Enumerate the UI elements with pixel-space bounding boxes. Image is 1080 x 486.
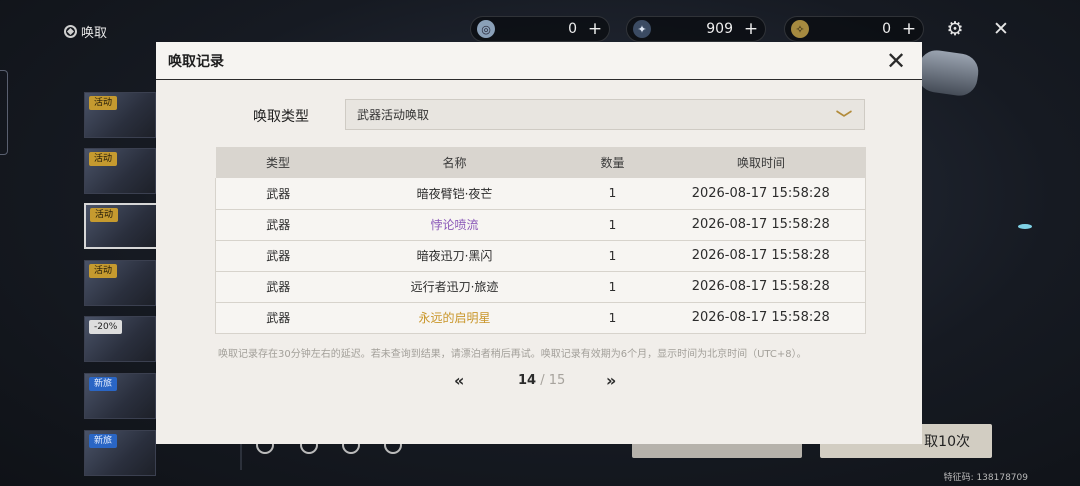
banner-card[interactable]: -20% — [84, 316, 156, 362]
banner-tag: -20% — [89, 320, 123, 334]
banner-tag: 活动 — [89, 96, 118, 110]
column-header-name: 名称 — [340, 147, 569, 178]
decorative-spark — [1018, 224, 1032, 229]
table-row: 武器 悖论喷流 1 2026-08-17 15:58:28 — [215, 209, 866, 241]
dialog-title: 唤取记录 — [168, 53, 224, 70]
banner-card-selected[interactable]: 活动 — [84, 203, 158, 249]
currency-value: 0 — [882, 21, 891, 37]
close-icon[interactable]: ✕ — [884, 49, 908, 73]
lunite-icon: ◎ — [477, 20, 495, 38]
previous-page-button[interactable]: « — [454, 371, 464, 390]
cell-name: 悖论喷流 — [340, 209, 569, 241]
close-icon[interactable]: ✕ — [988, 16, 1014, 42]
add-lunite-button[interactable]: + — [587, 21, 603, 38]
cell-name: 暗夜迅刀·黑闪 — [340, 240, 569, 272]
banner-tag: 活动 — [89, 264, 118, 278]
banner-card[interactable]: 新旅 — [84, 430, 156, 476]
currency-value: 0 — [568, 21, 577, 37]
cell-name: 暗夜臂铠·夜芒 — [340, 178, 569, 210]
column-header-time: 唤取时间 — [656, 147, 866, 178]
records-table: 类型 名称 数量 唤取时间 武器 暗夜臂铠·夜芒 1 2026-08-17 15… — [215, 147, 866, 334]
convene-ten-label: 取10次 — [924, 434, 970, 450]
table-row: 武器 永远的启明星 1 2026-08-17 15:58:28 — [215, 302, 866, 334]
cell-time: 2026-08-17 15:58:28 — [656, 302, 866, 334]
filter-label: 唤取类型 — [253, 109, 309, 125]
currency-star-tide: ✦ 909 + — [626, 16, 766, 42]
next-page-button[interactable]: » — [606, 371, 616, 390]
cell-name: 永远的启明星 — [340, 302, 569, 334]
star-tide-icon: ✦ — [633, 20, 651, 38]
banner-card[interactable]: 活动 — [84, 148, 156, 194]
cell-time: 2026-08-17 15:58:28 — [656, 271, 866, 303]
table-row: 武器 暗夜臂铠·夜芒 1 2026-08-17 15:58:28 — [215, 178, 866, 210]
table-row: 武器 远行者迅刀·旅迹 1 2026-08-17 15:58:28 — [215, 271, 866, 303]
cell-type: 武器 — [215, 302, 341, 334]
cell-quantity: 1 — [568, 240, 657, 272]
screen-title: 唤取 — [64, 22, 107, 41]
table-header-row: 类型 名称 数量 唤取时间 — [215, 147, 866, 178]
cell-type: 武器 — [215, 271, 341, 303]
current-page: 14 — [518, 373, 537, 388]
chevron-down-icon: ﹀ — [835, 109, 852, 128]
convene-type-dropdown[interactable]: 武器活动唤取 ﹀ — [345, 99, 865, 130]
add-forging-tide-button[interactable]: + — [901, 21, 917, 38]
page-indicator: 14 / 15 — [518, 373, 565, 388]
currency-forging-tide: ✧ 0 + — [784, 16, 924, 42]
banner-card[interactable]: 活动 — [84, 92, 156, 138]
dialog-header: 唤取记录 — [156, 42, 922, 80]
cell-time: 2026-08-17 15:58:28 — [656, 209, 866, 241]
convene-icon — [64, 25, 77, 38]
cell-quantity: 1 — [568, 209, 657, 241]
screen-title-label: 唤取 — [81, 26, 108, 41]
banner-card[interactable]: 新旅 — [84, 373, 156, 419]
banner-tag: 活动 — [89, 152, 118, 166]
add-star-tide-button[interactable]: + — [743, 21, 759, 38]
side-drawer-handle[interactable] — [0, 70, 8, 155]
currency-lunite: ◎ 0 + — [470, 16, 610, 42]
player-uid: 特征码: 138178709 — [943, 473, 1028, 483]
convene-history-dialog: 唤取记录 ✕ 唤取类型 武器活动唤取 ﹀ 类型 名称 数量 唤取时间 武器 暗夜… — [156, 42, 922, 444]
banner-tag: 新旅 — [89, 434, 118, 448]
page-separator: / — [540, 373, 545, 388]
cell-type: 武器 — [215, 209, 341, 241]
cell-time: 2026-08-17 15:58:28 — [656, 240, 866, 272]
currency-value: 909 — [706, 21, 733, 37]
cell-quantity: 1 — [568, 302, 657, 334]
pagination: « 14 / 15 » — [156, 371, 922, 393]
cell-type: 武器 — [215, 240, 341, 272]
column-header-quantity: 数量 — [568, 147, 657, 178]
table-row: 武器 暗夜迅刀·黑闪 1 2026-08-17 15:58:28 — [215, 240, 866, 272]
cell-time: 2026-08-17 15:58:28 — [656, 178, 866, 210]
cell-quantity: 1 — [568, 271, 657, 303]
cell-quantity: 1 — [568, 178, 657, 210]
dropdown-value: 武器活动唤取 — [357, 108, 430, 122]
banner-card[interactable]: 活动 — [84, 260, 156, 306]
banner-tag: 活动 — [90, 208, 119, 222]
total-pages: 15 — [548, 373, 566, 388]
cell-type: 武器 — [215, 178, 341, 210]
cell-name: 远行者迅刀·旅迹 — [340, 271, 569, 303]
gear-icon[interactable]: ⚙ — [942, 16, 968, 42]
column-header-type: 类型 — [215, 147, 341, 178]
delay-notice: 唤取记录存在30分钟左右的延迟。若未查询到结果，请漂泊者稍后再试。唤取记录有效期… — [218, 349, 807, 360]
banner-tag: 新旅 — [89, 377, 118, 391]
forging-tide-icon: ✧ — [791, 20, 809, 38]
filter-row: 唤取类型 武器活动唤取 ﹀ — [156, 99, 922, 131]
